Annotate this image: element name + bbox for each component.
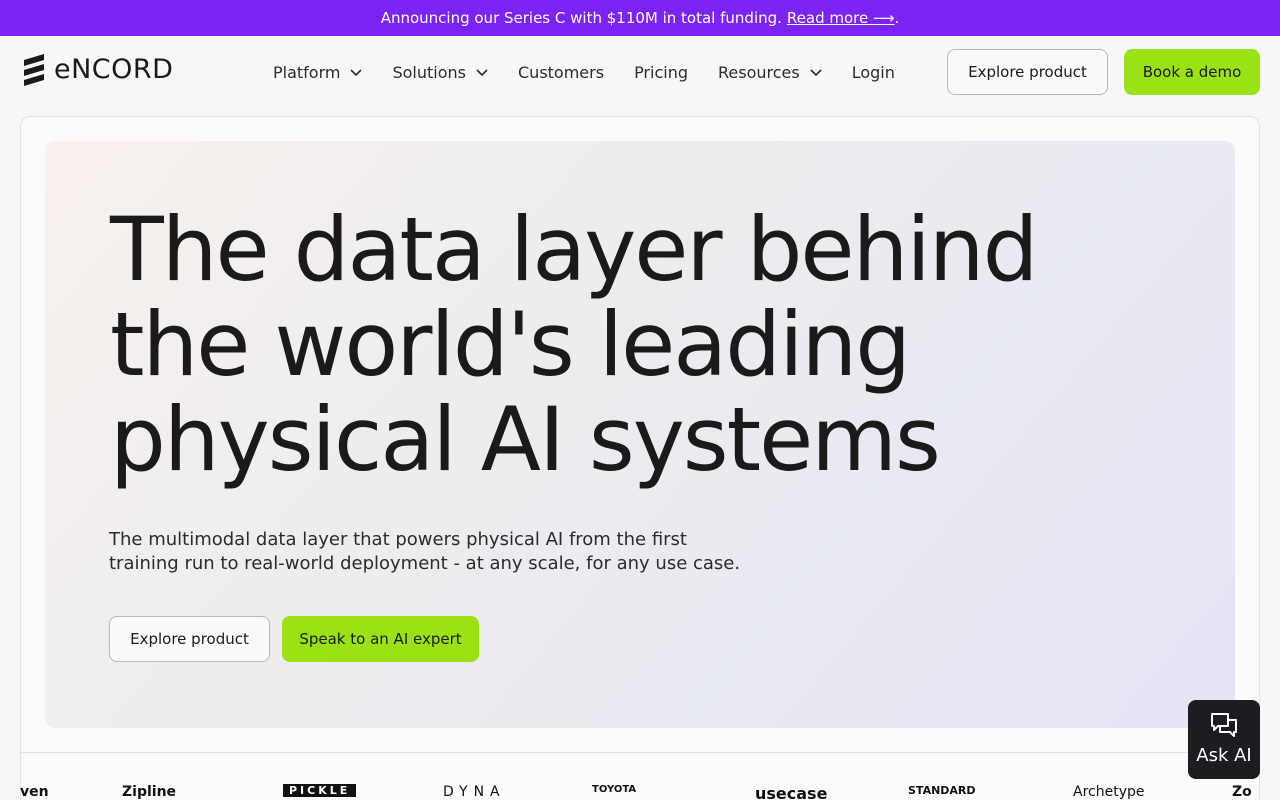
nav-item-label: Platform [273, 62, 341, 82]
chevron-down-icon [350, 69, 363, 77]
hero-title-line: the world's leading [110, 293, 911, 396]
announcement-bar: Announcing our Series C with $110M in to… [0, 0, 1280, 36]
hero-subtitle: The multimodal data layer that powers ph… [109, 528, 769, 576]
customer-logo: ven [20, 784, 49, 800]
customer-logo: Zo [1232, 784, 1252, 800]
nav-item-resources[interactable]: Resources [718, 63, 822, 82]
customer-logo: STANDARD [908, 784, 976, 797]
customer-logo: TOYOTA [592, 784, 637, 795]
nav-item-label: Customers [518, 62, 605, 82]
nav-item-label: Solutions [392, 62, 466, 82]
announcement-tail: . [894, 9, 900, 27]
customer-logo: usecase [755, 784, 828, 800]
customer-logo: PICKLE [283, 784, 357, 797]
section-divider [21, 752, 1259, 753]
hero-subtitle-line: training run to real-world deployment - … [109, 553, 741, 574]
customer-logo: DYNA [443, 784, 506, 800]
nav-item-label: Pricing [634, 62, 688, 82]
customer-logo: Zipline [122, 784, 177, 800]
speak-to-expert-button[interactable]: Speak to an AI expert [282, 616, 479, 662]
hero-explore-button[interactable]: Explore product [109, 616, 270, 662]
brand-name: eNCORD [54, 53, 174, 85]
nav-item-login[interactable]: Login [852, 63, 895, 82]
hero-subtitle-line: The multimodal data layer that powers ph… [109, 529, 687, 550]
nav-item-pricing[interactable]: Pricing [634, 63, 688, 82]
ask-ai-button[interactable]: Ask AI [1188, 700, 1260, 779]
brand-logo[interactable]: eNCORD [20, 52, 173, 86]
nav-item-label: Login [851, 62, 895, 82]
top-navigation: eNCORD Platform Solutions Customers Pric… [0, 36, 1280, 108]
main-menu: Platform Solutions Customers Pricing Res… [273, 36, 925, 108]
chevron-down-icon [810, 69, 822, 77]
book-demo-button[interactable]: Book a demo [1124, 49, 1260, 95]
ask-ai-label: Ask AI [1196, 745, 1252, 766]
nav-item-customers[interactable]: Customers [518, 63, 604, 82]
encord-logo-icon [24, 54, 44, 86]
announcement-text: Announcing our Series C with $110M in to… [380, 9, 782, 27]
hero-title-line: The data layer behind [110, 198, 1038, 301]
hero-title-line: physical AI systems [110, 388, 941, 491]
chevron-down-icon [476, 69, 488, 77]
read-more-link[interactable]: Read more ⟶ [787, 9, 895, 27]
nav-item-platform[interactable]: Platform [273, 62, 363, 82]
explore-product-button[interactable]: Explore product [947, 49, 1108, 95]
customer-logo: Archetype [1073, 784, 1145, 800]
customer-logo-strip: ven Zipline PICKLE DYNA TOYOTA usecase S… [0, 778, 1280, 800]
nav-item-solutions[interactable]: Solutions [392, 63, 488, 82]
hero-title: The data layer behind the world's leadin… [110, 202, 1110, 487]
chat-bubbles-icon [1211, 713, 1237, 737]
nav-item-label: Resources [718, 62, 800, 82]
